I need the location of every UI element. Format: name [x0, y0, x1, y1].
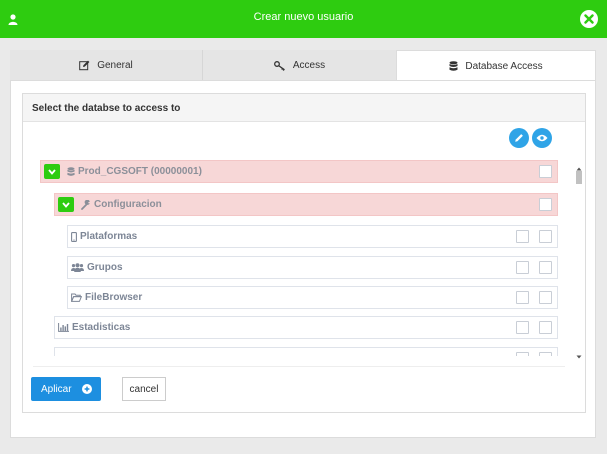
scroll-down-icon[interactable]: [575, 348, 583, 359]
tree-scrollbar[interactable]: [575, 160, 583, 359]
database-access-box: Select the databse to access to Prod_CGS…: [22, 93, 586, 413]
close-button[interactable]: [580, 10, 598, 28]
tree-node-label: Configuracion: [81, 199, 162, 210]
eye-icon: [536, 134, 548, 142]
tree-node-filebrowser: FileBrowser: [67, 286, 558, 309]
tab-access-label: Access: [292, 60, 326, 71]
read-checkbox[interactable]: [516, 352, 529, 356]
view-button[interactable]: [532, 128, 552, 148]
expand-toggle[interactable]: [58, 197, 74, 212]
box-header: Select the databse to access to: [23, 94, 585, 122]
database-icon: [67, 166, 75, 177]
key-icon: [273, 60, 286, 71]
tree-node-label: Estadisticas: [58, 322, 130, 333]
tree-node-label: Grupos: [71, 262, 123, 273]
write-checkbox[interactable]: [539, 261, 552, 274]
tab-database-access-label: Database Access: [465, 60, 543, 72]
write-checkbox[interactable]: [539, 291, 552, 304]
write-checkbox[interactable]: [539, 230, 552, 243]
tree-node-plataformas: Plataformas: [67, 225, 558, 248]
access-checkbox[interactable]: [539, 198, 552, 211]
tree-node-label: FileBrowser: [71, 292, 142, 303]
tree-node-estadisticas: Estadisticas: [54, 316, 558, 339]
wrench-icon: [81, 199, 91, 210]
tab-general[interactable]: General: [10, 50, 203, 81]
edit-button[interactable]: [509, 128, 529, 148]
bar-chart-icon: [58, 323, 69, 332]
modal-title: Crear nuevo usuario: [253, 11, 354, 23]
chevron-down-icon: [48, 168, 56, 175]
access-checkbox[interactable]: [539, 165, 552, 178]
write-checkbox[interactable]: [539, 321, 552, 334]
box-title: Select the databse to access to: [32, 103, 181, 114]
plus-circle-icon: [82, 384, 92, 394]
read-checkbox[interactable]: [516, 291, 529, 304]
create-user-modal: Crear nuevo usuario General Access Datab…: [0, 0, 607, 454]
tree-node-label: Plataformas: [71, 231, 137, 242]
scroll-up-icon[interactable]: [575, 160, 583, 171]
tab-bar: General Access Database Access: [10, 50, 596, 81]
cancel-button[interactable]: cancel: [122, 377, 166, 401]
cancel-button-label: cancel: [129, 383, 159, 395]
read-checkbox[interactable]: [516, 230, 529, 243]
scrollbar-thumb[interactable]: [576, 171, 582, 184]
divider: [33, 366, 565, 367]
modal-header: Crear nuevo usuario: [0, 0, 607, 38]
chevron-down-icon: [62, 201, 70, 208]
users-icon: [71, 263, 84, 272]
mobile-icon: [71, 231, 77, 242]
pencil-icon: [514, 133, 524, 143]
apply-button[interactable]: Aplicar: [31, 377, 101, 401]
tab-access[interactable]: Access: [203, 50, 396, 81]
database-tree: Prod_CGSOFT (00000001) Configuracion Pla…: [23, 160, 571, 356]
tree-node-partial: [54, 347, 558, 356]
database-icon: [449, 60, 458, 72]
tree-node-grupos: Grupos: [67, 256, 558, 279]
tree-node-prod-cgsoft: Prod_CGSOFT (00000001): [40, 160, 558, 183]
close-icon: [584, 14, 594, 24]
tab-general-label: General: [97, 60, 133, 71]
tab-database-access[interactable]: Database Access: [396, 50, 596, 81]
read-checkbox[interactable]: [516, 261, 529, 274]
tree-node-label: Prod_CGSOFT (00000001): [67, 166, 202, 177]
apply-button-label: Aplicar: [41, 383, 72, 395]
write-checkbox[interactable]: [539, 352, 552, 356]
folder-icon: [71, 293, 82, 302]
expand-toggle[interactable]: [44, 164, 60, 179]
read-checkbox[interactable]: [516, 321, 529, 334]
edit-icon: [79, 60, 90, 71]
tree-node-configuracion: Configuracion: [54, 193, 558, 216]
